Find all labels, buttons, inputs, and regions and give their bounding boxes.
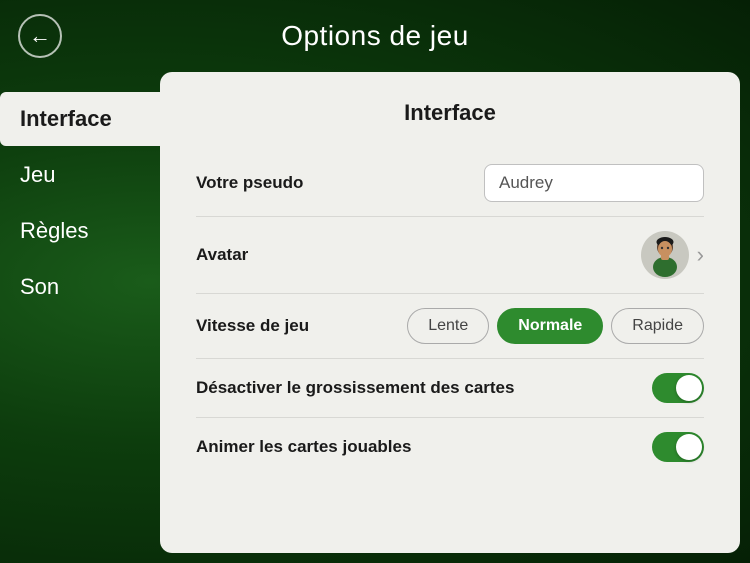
sidebar-item-interface[interactable]: Interface xyxy=(0,92,160,146)
content-panel: Interface Votre pseudo Avatar xyxy=(160,72,740,553)
pseudo-label: Votre pseudo xyxy=(196,173,303,193)
avatar-label: Avatar xyxy=(196,245,248,265)
back-button[interactable]: ← xyxy=(18,14,62,58)
sidebar: Interface Jeu Règles Son xyxy=(0,72,160,563)
speed-btn-rapide[interactable]: Rapide xyxy=(611,308,704,344)
grossissement-slider xyxy=(652,373,704,403)
grossissement-label: Désactiver le grossissement des cartes xyxy=(196,378,514,398)
header: ← Options de jeu xyxy=(0,0,750,72)
vitesse-row: Vitesse de jeu Lente Normale Rapide xyxy=(196,294,704,359)
page-title: Options de jeu xyxy=(281,20,469,52)
animer-label: Animer les cartes jouables xyxy=(196,437,411,457)
sidebar-item-son[interactable]: Son xyxy=(0,260,160,314)
speed-btn-lente[interactable]: Lente xyxy=(407,308,489,344)
back-icon: ← xyxy=(29,25,51,47)
avatar-section[interactable]: › xyxy=(641,231,704,279)
pseudo-input[interactable] xyxy=(484,164,704,202)
animer-slider xyxy=(652,432,704,462)
avatar-row[interactable]: Avatar xyxy=(196,217,704,294)
sidebar-item-jeu[interactable]: Jeu xyxy=(0,148,160,202)
speed-group: Lente Normale Rapide xyxy=(407,308,704,344)
sidebar-item-regles[interactable]: Règles xyxy=(0,204,160,258)
avatar-icon xyxy=(641,231,689,279)
animer-row: Animer les cartes jouables xyxy=(196,418,704,476)
vitesse-label: Vitesse de jeu xyxy=(196,316,309,336)
speed-btn-normale[interactable]: Normale xyxy=(497,308,603,344)
grossissement-row: Désactiver le grossissement des cartes xyxy=(196,359,704,418)
grossissement-toggle[interactable] xyxy=(652,373,704,403)
pseudo-row: Votre pseudo xyxy=(196,150,704,217)
panel-title: Interface xyxy=(196,100,704,126)
main-layout: Interface Jeu Règles Son Interface Votre… xyxy=(0,72,750,563)
animer-toggle[interactable] xyxy=(652,432,704,462)
chevron-right-icon: › xyxy=(697,242,704,268)
